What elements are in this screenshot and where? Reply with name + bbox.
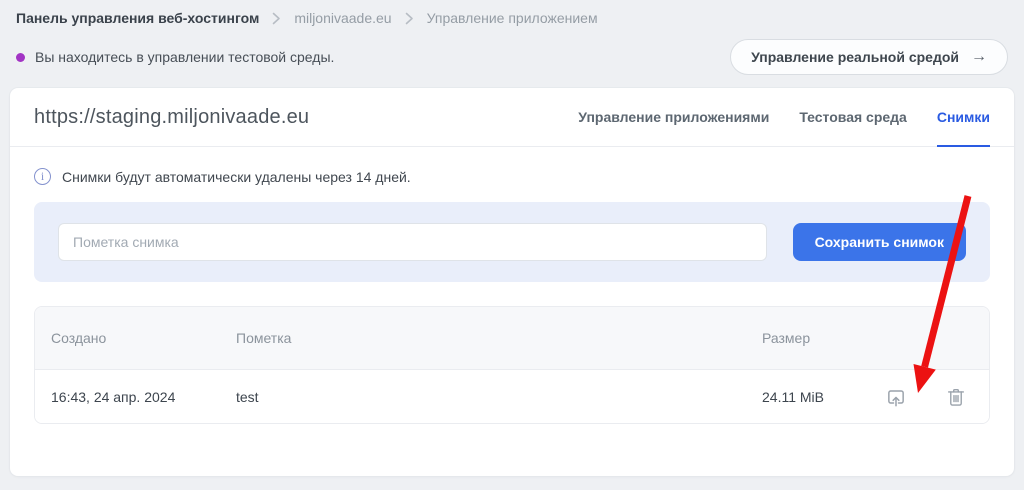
arrow-right-icon: → <box>971 48 987 66</box>
snapshot-label-input[interactable] <box>58 223 767 261</box>
snapshot-label-cell: test <box>236 389 762 405</box>
column-header-created: Создано <box>51 330 236 346</box>
staging-notice-row: Вы находитесь в управлении тестовой сред… <box>0 38 1024 76</box>
breadcrumb-item-app-management: Управление приложением <box>427 10 598 26</box>
info-icon: i <box>34 168 51 185</box>
create-snapshot-panel: Сохранить снимок <box>34 202 990 282</box>
card-tabs: Управление приложениями Тестовая среда С… <box>578 88 990 146</box>
manage-live-environment-button[interactable]: Управление реальной средой → <box>730 39 1008 75</box>
column-header-label: Пометка <box>236 330 762 346</box>
manage-live-environment-label: Управление реальной средой <box>751 49 959 65</box>
snapshot-retention-info: i Снимки будут автоматически удалены чер… <box>10 147 1014 185</box>
tab-application-management[interactable]: Управление приложениями <box>578 88 769 147</box>
breadcrumb-item-domain[interactable]: miljonivaade.eu <box>294 10 391 26</box>
tab-snapshots[interactable]: Снимки <box>937 88 990 147</box>
page: { "breadcrumb": { "items": [ { "label": … <box>0 0 1024 490</box>
staging-card: https://staging.miljonivaade.eu Управлен… <box>10 88 1014 476</box>
table-row: 16:43, 24 апр. 2024 test 24.11 MiB <box>35 370 989 423</box>
tab-staging-environment[interactable]: Тестовая среда <box>799 88 907 147</box>
staging-notice-text: Вы находитесь в управлении тестовой сред… <box>35 49 334 65</box>
snapshots-table: Создано Пометка Размер 16:43, 24 апр. 20… <box>34 306 990 424</box>
restore-snapshot-button[interactable] <box>885 386 907 408</box>
staging-indicator-dot-icon <box>16 53 25 62</box>
column-header-size: Размер <box>762 330 872 346</box>
snapshot-created-cell: 16:43, 24 апр. 2024 <box>51 389 236 405</box>
row-actions <box>872 386 973 408</box>
breadcrumb: Панель управления веб-хостингом miljoniv… <box>0 0 1024 30</box>
staging-notice: Вы находитесь в управлении тестовой сред… <box>16 49 334 65</box>
snapshot-retention-text: Снимки будут автоматически удалены через… <box>62 169 411 185</box>
chevron-right-icon <box>405 12 414 25</box>
card-header: https://staging.miljonivaade.eu Управлен… <box>10 88 1014 147</box>
delete-snapshot-button[interactable] <box>945 386 967 408</box>
chevron-right-icon <box>272 12 281 25</box>
snapshots-table-header: Создано Пометка Размер <box>35 307 989 370</box>
staging-url-title: https://staging.miljonivaade.eu <box>34 106 309 129</box>
snapshot-size-cell: 24.11 MiB <box>762 389 872 405</box>
breadcrumb-item-dashboard[interactable]: Панель управления веб-хостингом <box>16 10 259 26</box>
save-snapshot-button[interactable]: Сохранить снимок <box>793 223 966 261</box>
